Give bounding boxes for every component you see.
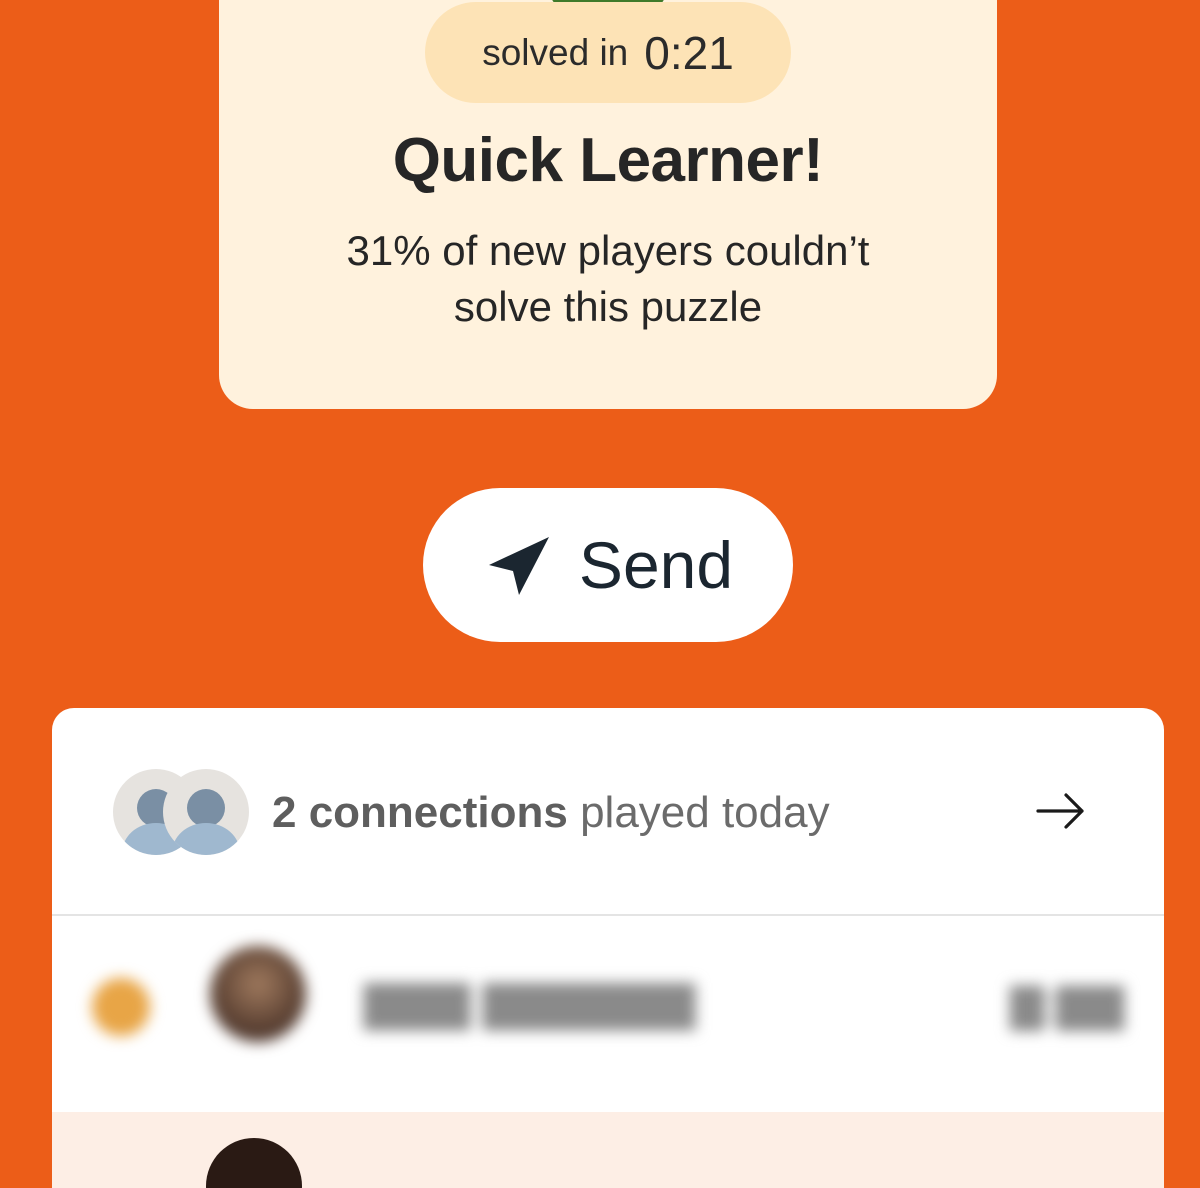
leaderboard-name-redacted: ▇▇▇ ▇▇▇▇▇▇ <box>364 977 696 1029</box>
paper-plane-icon <box>488 537 549 595</box>
connections-suffix: played today <box>580 788 830 837</box>
connections-played-today-row[interactable]: 2 connections played today <box>52 708 1164 916</box>
avatar <box>210 946 306 1042</box>
leaderboard-row-highlighted[interactable] <box>52 1112 1164 1188</box>
solve-time-value: 0:21 <box>644 26 734 79</box>
leaderboard-time-redacted: ▇:▇▇ <box>1010 981 1124 1030</box>
connections-avatar-stack <box>113 769 253 855</box>
arrow-right-icon[interactable] <box>1036 792 1086 830</box>
connections-summary: 2 connections played today <box>272 788 830 838</box>
result-title: Quick Learner! <box>392 126 824 195</box>
leaderboard-row-blurred[interactable]: ▇▇▇ ▇▇▇▇▇▇ ▇:▇▇ <box>52 916 1164 1112</box>
avatar <box>206 1138 302 1188</box>
solve-time-label: solved in <box>482 31 629 73</box>
result-subtitle: 31% of new players couldn’t solve this p… <box>346 227 870 330</box>
avatar <box>163 769 249 855</box>
send-button-label: Send <box>578 528 734 602</box>
connections-count: 2 connections <box>272 788 568 837</box>
rank-badge <box>92 978 150 1036</box>
send-button[interactable]: Send <box>423 488 793 642</box>
solve-time-pill: solved in 0:21 <box>425 2 791 103</box>
result-card: solved in 0:21 Quick Learner! 31% of new… <box>219 0 997 409</box>
connections-panel: 2 connections played today ▇▇▇ ▇▇▇▇▇▇ ▇:… <box>52 708 1164 1188</box>
